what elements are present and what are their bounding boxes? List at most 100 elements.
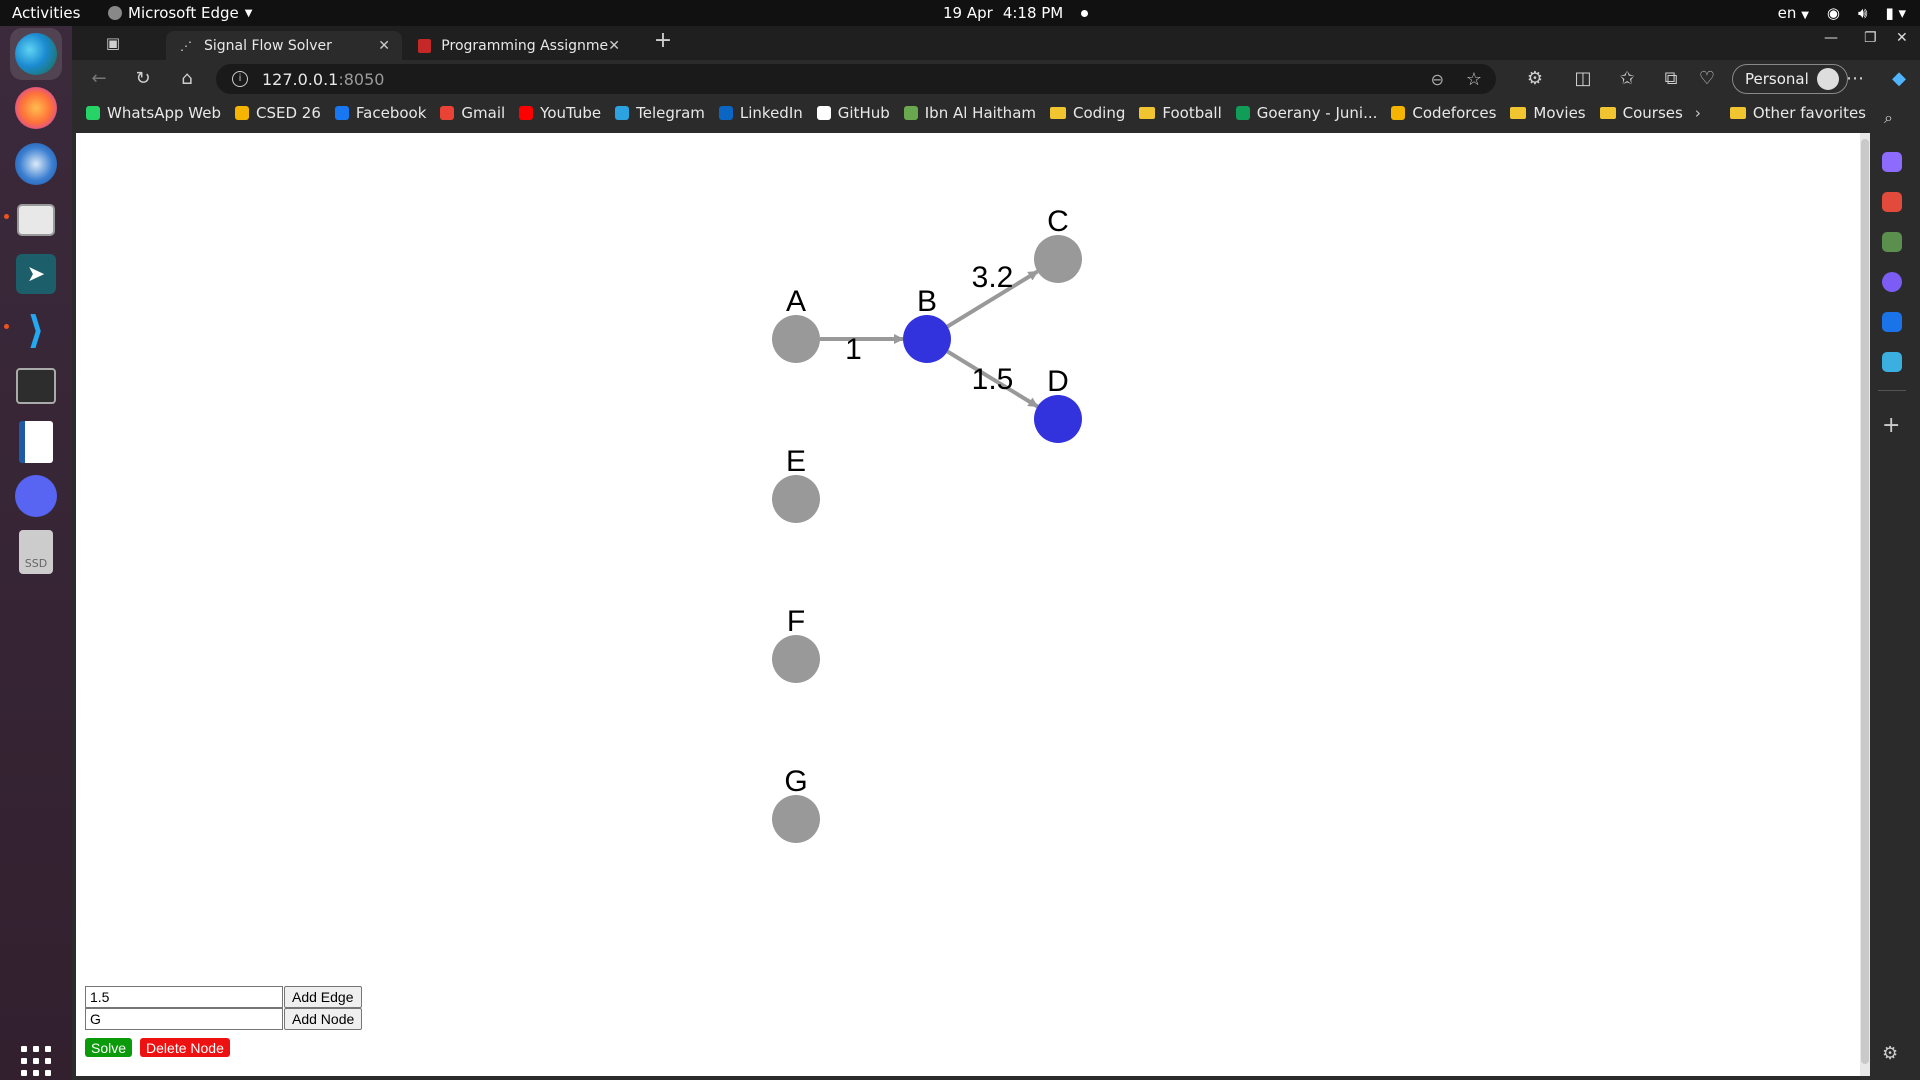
bookmark-ibn-al-haitham[interactable]: Ibn Al Haitham [903, 104, 1036, 122]
other-favorites[interactable]: › Other favorites [1695, 104, 1866, 122]
node-name-input[interactable] [85, 1008, 283, 1030]
performance-icon[interactable]: ♡ [1696, 68, 1718, 90]
add-sidebar-app-icon[interactable]: + [1882, 413, 1900, 438]
dock-writer[interactable] [10, 416, 62, 468]
node-e[interactable] [772, 475, 820, 523]
bookmark-favicon-icon [1235, 106, 1250, 120]
bookmark-goerany-juni[interactable]: Goerany - Juni... [1235, 104, 1378, 122]
refresh-icon[interactable]: ↻ [132, 68, 154, 90]
bookmark-favicon-icon [816, 106, 831, 120]
page-scrollbar[interactable] [1860, 133, 1870, 1076]
node-g[interactable] [772, 795, 820, 843]
bookmark-linkedin[interactable]: LinkedIn [718, 104, 803, 122]
bookmark-courses[interactable]: Courses [1599, 104, 1683, 122]
files-icon [17, 204, 55, 236]
app-menu-label: Microsoft Edge [128, 4, 239, 22]
bookmark-label: Facebook [355, 104, 427, 122]
tab-strip: ▣ ⋰ Signal Flow Solver ✕ Programming Ass… [72, 26, 1920, 60]
new-tab-icon[interactable]: + [652, 30, 674, 52]
back-icon[interactable]: ← [88, 68, 110, 90]
dock-edge[interactable] [10, 28, 62, 80]
bookmark-whatsapp-web[interactable]: WhatsApp Web [86, 104, 221, 122]
tools-icon[interactable] [1882, 152, 1902, 172]
bookmark-football[interactable]: Football [1139, 104, 1222, 122]
bookmark-codeforces[interactable]: Codeforces [1391, 104, 1496, 122]
browser-toolbar: ← ↻ ⌂ i 127.0.0.1:8050 ⊖ ☆ ⚙ ◫ ✩ ⧉ ♡ Per… [72, 60, 1920, 98]
activities-button[interactable]: Activities [12, 4, 80, 22]
restore-icon[interactable]: ❐ [1864, 30, 1877, 46]
extensions-icon[interactable]: ⚙ [1524, 68, 1546, 90]
favorite-star-icon[interactable]: ☆ [1466, 69, 1482, 90]
dock-store[interactable]: ➤ [10, 248, 62, 300]
show-apps-button[interactable] [21, 1046, 51, 1076]
site-info-icon[interactable]: i [232, 71, 248, 87]
profile-button[interactable]: Personal [1732, 64, 1848, 94]
node-a[interactable] [772, 315, 820, 363]
bookmark-youtube[interactable]: YouTube [519, 104, 601, 122]
language-indicator[interactable]: en ▼ [1778, 4, 1809, 22]
dock-discord[interactable] [10, 470, 62, 522]
bookmark-telegram[interactable]: Telegram [615, 104, 705, 122]
bookmark-movies[interactable]: Movies [1510, 104, 1586, 122]
clock[interactable]: 19 Apr 4:18 PM [943, 4, 1089, 22]
ssd-icon: SSD [19, 530, 53, 574]
home-icon[interactable]: ⌂ [176, 68, 198, 90]
more-menu-icon[interactable]: ⋯ [1844, 68, 1866, 90]
edge-weight-input[interactable] [85, 986, 283, 1008]
add-edge-button[interactable]: Add Edge [284, 986, 362, 1008]
dock-thunderbird[interactable] [10, 138, 62, 190]
collections-icon[interactable]: ⧉ [1660, 68, 1682, 90]
node-c[interactable] [1034, 235, 1082, 283]
close-tab-icon[interactable]: ✕ [378, 38, 390, 54]
favorites-icon[interactable]: ✩ [1616, 68, 1638, 90]
bookmark-coding[interactable]: Coding [1050, 104, 1125, 122]
zoom-icon[interactable]: ⊖ [1431, 70, 1444, 89]
node-f[interactable] [772, 635, 820, 683]
bookmark-favicon-icon [519, 106, 534, 120]
bookmark-github[interactable]: GitHub [816, 104, 890, 122]
add-node-button[interactable]: Add Node [284, 1008, 363, 1030]
split-screen-icon[interactable]: ◫ [1572, 68, 1594, 90]
dock-firefox[interactable] [10, 82, 62, 134]
dock-files[interactable] [10, 194, 62, 246]
dock-vscode[interactable]: ⟩ [10, 304, 62, 356]
scrollbar-thumb[interactable] [1861, 139, 1869, 1064]
address-bar[interactable]: i 127.0.0.1:8050 ⊖ ☆ [216, 64, 1496, 94]
bookmark-label: Goerany - Juni... [1256, 104, 1378, 122]
drop-icon[interactable] [1882, 352, 1902, 372]
writer-icon [19, 421, 53, 463]
solve-button[interactable]: Solve [85, 1038, 133, 1057]
m365-icon[interactable] [1882, 272, 1902, 292]
dock-terminal[interactable] [10, 360, 62, 412]
sidebar-settings-icon[interactable]: ⚙ [1882, 1043, 1898, 1064]
node-label: F [787, 605, 805, 638]
close-tab-icon[interactable]: ✕ [608, 38, 620, 54]
node-b[interactable] [903, 315, 951, 363]
node-d[interactable] [1034, 395, 1082, 443]
search-icon[interactable]: ⌕ [1884, 108, 1893, 128]
dock-ssd[interactable]: SSD [10, 526, 62, 578]
close-window-icon[interactable]: ✕ [1896, 30, 1908, 46]
signal-flow-graph[interactable]: 1 3.2 1.5 A B C D E F G [76, 133, 1860, 1076]
app-menu[interactable]: Microsoft Edge ▼ [108, 4, 252, 22]
edge-weight-label: 1.5 [972, 363, 1014, 396]
notification-dot [1081, 9, 1089, 17]
discord-icon [15, 475, 57, 517]
bookmark-csed-26[interactable]: CSED 26 [235, 104, 321, 122]
tab-signal-flow-solver[interactable]: ⋰ Signal Flow Solver ✕ [166, 31, 402, 60]
bookmark-label: Coding [1073, 104, 1126, 122]
games-icon[interactable] [1882, 232, 1902, 252]
outlook-icon[interactable] [1882, 312, 1902, 332]
delete-node-button[interactable]: Delete Node [140, 1038, 230, 1057]
system-tray[interactable]: en ▼ ◉ 🔊︎ ▮ ▾ [1778, 4, 1906, 22]
tab-actions-icon[interactable]: ▣ [102, 32, 124, 54]
bookmark-gmail[interactable]: Gmail [440, 104, 505, 122]
bookmark-facebook[interactable]: Facebook [334, 104, 427, 122]
copilot-icon[interactable]: ◆ [1888, 68, 1910, 90]
bookmark-favicon-icon [903, 106, 918, 120]
chevron-right-icon[interactable]: › [1695, 104, 1701, 122]
minimize-icon[interactable]: — [1824, 30, 1838, 46]
tab-programming-assignment[interactable]: Programming Assignmen ✕ [406, 31, 632, 60]
toolbox-icon[interactable] [1882, 192, 1902, 212]
battery-icon: ▮ ▾ [1885, 4, 1906, 22]
